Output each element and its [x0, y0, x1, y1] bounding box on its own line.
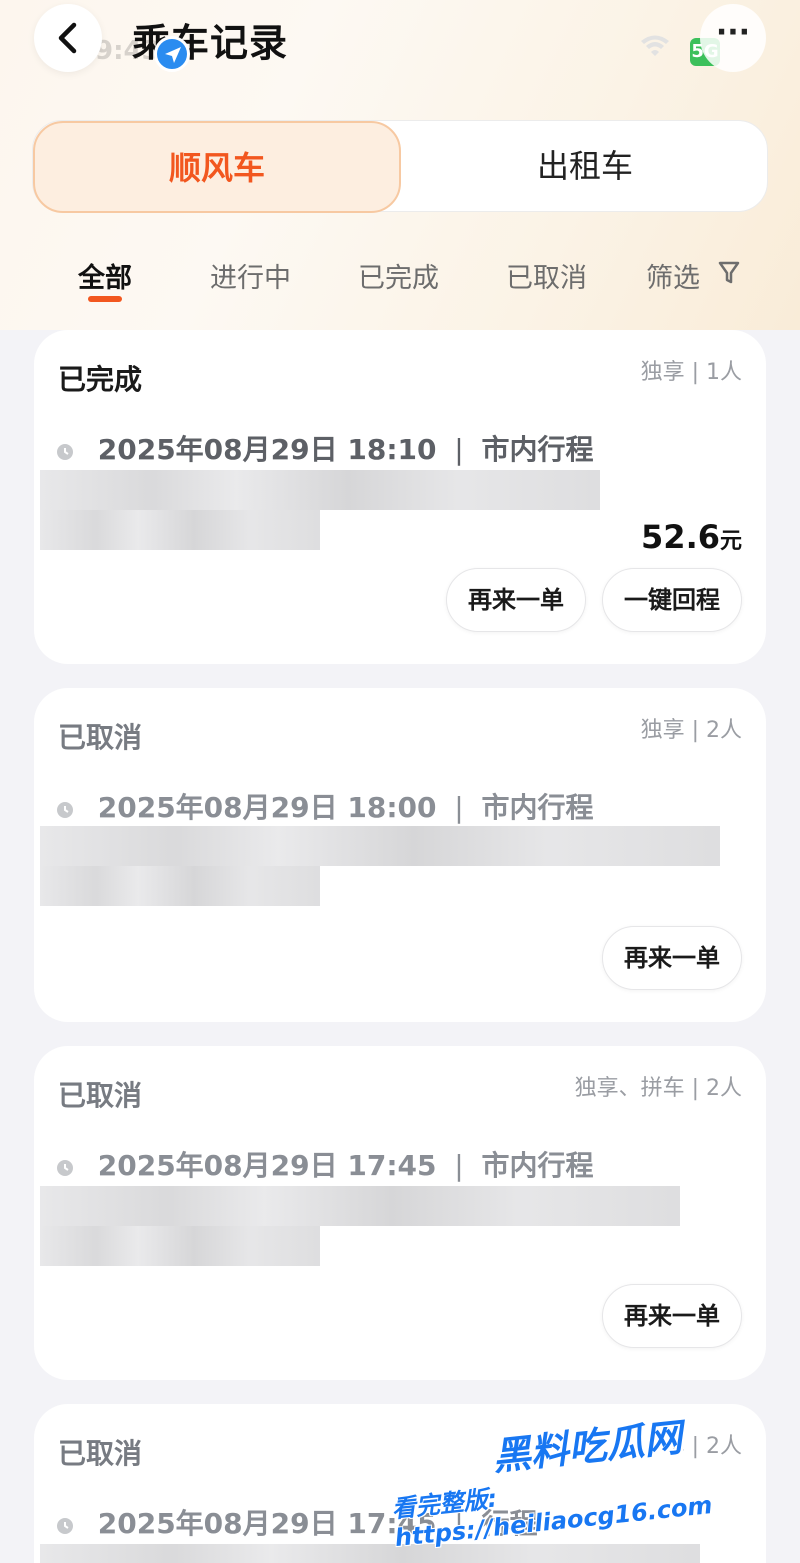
order-meta: 独享、拼车 | 2人 [574, 1076, 742, 1101]
dropoff-address-redacted [40, 866, 320, 906]
alarm-clock-icon [57, 1160, 73, 1176]
reorder-button[interactable]: 再来一单 [602, 926, 742, 990]
tab-shunfengche[interactable]: 顺风车 [33, 121, 401, 213]
order-datetime: 2025年08月29日 18:00 [97, 791, 437, 824]
pickup-address-redacted [40, 470, 600, 510]
dropoff-address-redacted [40, 1226, 320, 1266]
tab-in-progress[interactable]: 进行中 [210, 256, 291, 295]
pickup-address-redacted [40, 1544, 700, 1563]
more-button[interactable]: ··· [700, 4, 766, 72]
reorder-button[interactable]: 再来一单 [602, 1284, 742, 1348]
status-bar: 9:43 5G [0, 0, 800, 80]
filter-icon[interactable] [718, 260, 740, 286]
order-meta: 独享 | 1人 [640, 360, 742, 385]
order-status: 已取消 [58, 1079, 143, 1112]
pickup-address-redacted [40, 1186, 680, 1226]
order-time-row: 2025年08月29日 18:00 | 市内行程 [54, 786, 593, 826]
alarm-clock-icon [57, 444, 73, 460]
tab-taxi[interactable]: 出租车 [401, 121, 769, 213]
pickup-address-redacted [40, 826, 720, 866]
return-trip-button[interactable]: 一键回程 [602, 568, 742, 632]
order-trip-type: 市内行程 [481, 791, 594, 824]
active-tab-indicator [88, 296, 122, 302]
order-card[interactable]: 已完成 独享 | 1人 2025年08月29日 18:10 | 市内行程 52.… [34, 330, 766, 664]
order-meta: 独享 | 2人 [640, 718, 742, 743]
order-datetime: 2025年08月29日 17:45 [97, 1149, 437, 1182]
alarm-clock-icon [57, 802, 73, 818]
order-card[interactable]: 已取消 独享、拼车 | 2人 2025年08月29日 17:45 | 市内行程 … [34, 1046, 766, 1380]
back-button[interactable] [34, 4, 102, 72]
dropoff-address-redacted [40, 510, 320, 550]
order-card[interactable]: 已取消 独享 | 2人 2025年08月29日 18:00 | 市内行程 再来一… [34, 688, 766, 1022]
tab-completed[interactable]: 已完成 [358, 256, 439, 295]
filter-button[interactable]: 筛选 [646, 256, 700, 295]
service-type-switch: 顺风车 出租车 [32, 120, 769, 213]
order-filter-tabs: 全部 进行中 已完成 已取消 筛选 [0, 248, 800, 308]
chevron-left-icon [58, 22, 77, 54]
order-datetime: 2025年08月29日 17:45 [97, 1507, 437, 1540]
order-status: 已取消 [58, 721, 143, 754]
order-datetime: 2025年08月29日 18:10 [97, 433, 437, 466]
order-time-row: 2025年08月29日 18:10 | 市内行程 [54, 428, 593, 468]
tab-all[interactable]: 全部 [78, 256, 132, 295]
order-trip-type: 市内行程 [481, 1149, 594, 1182]
alarm-clock-icon [57, 1518, 73, 1534]
order-price: 52.6元 [641, 518, 742, 556]
order-status: 已取消 [58, 1437, 143, 1470]
order-trip-type: 市内行程 [481, 433, 594, 466]
reorder-button[interactable]: 再来一单 [446, 568, 586, 632]
location-arrow-icon [154, 36, 190, 72]
order-time-row: 2025年08月29日 17:45 | 市内行程 [54, 1144, 593, 1184]
tab-cancelled[interactable]: 已取消 [506, 256, 587, 295]
order-status: 已完成 [58, 363, 143, 396]
wifi-icon [640, 34, 670, 64]
